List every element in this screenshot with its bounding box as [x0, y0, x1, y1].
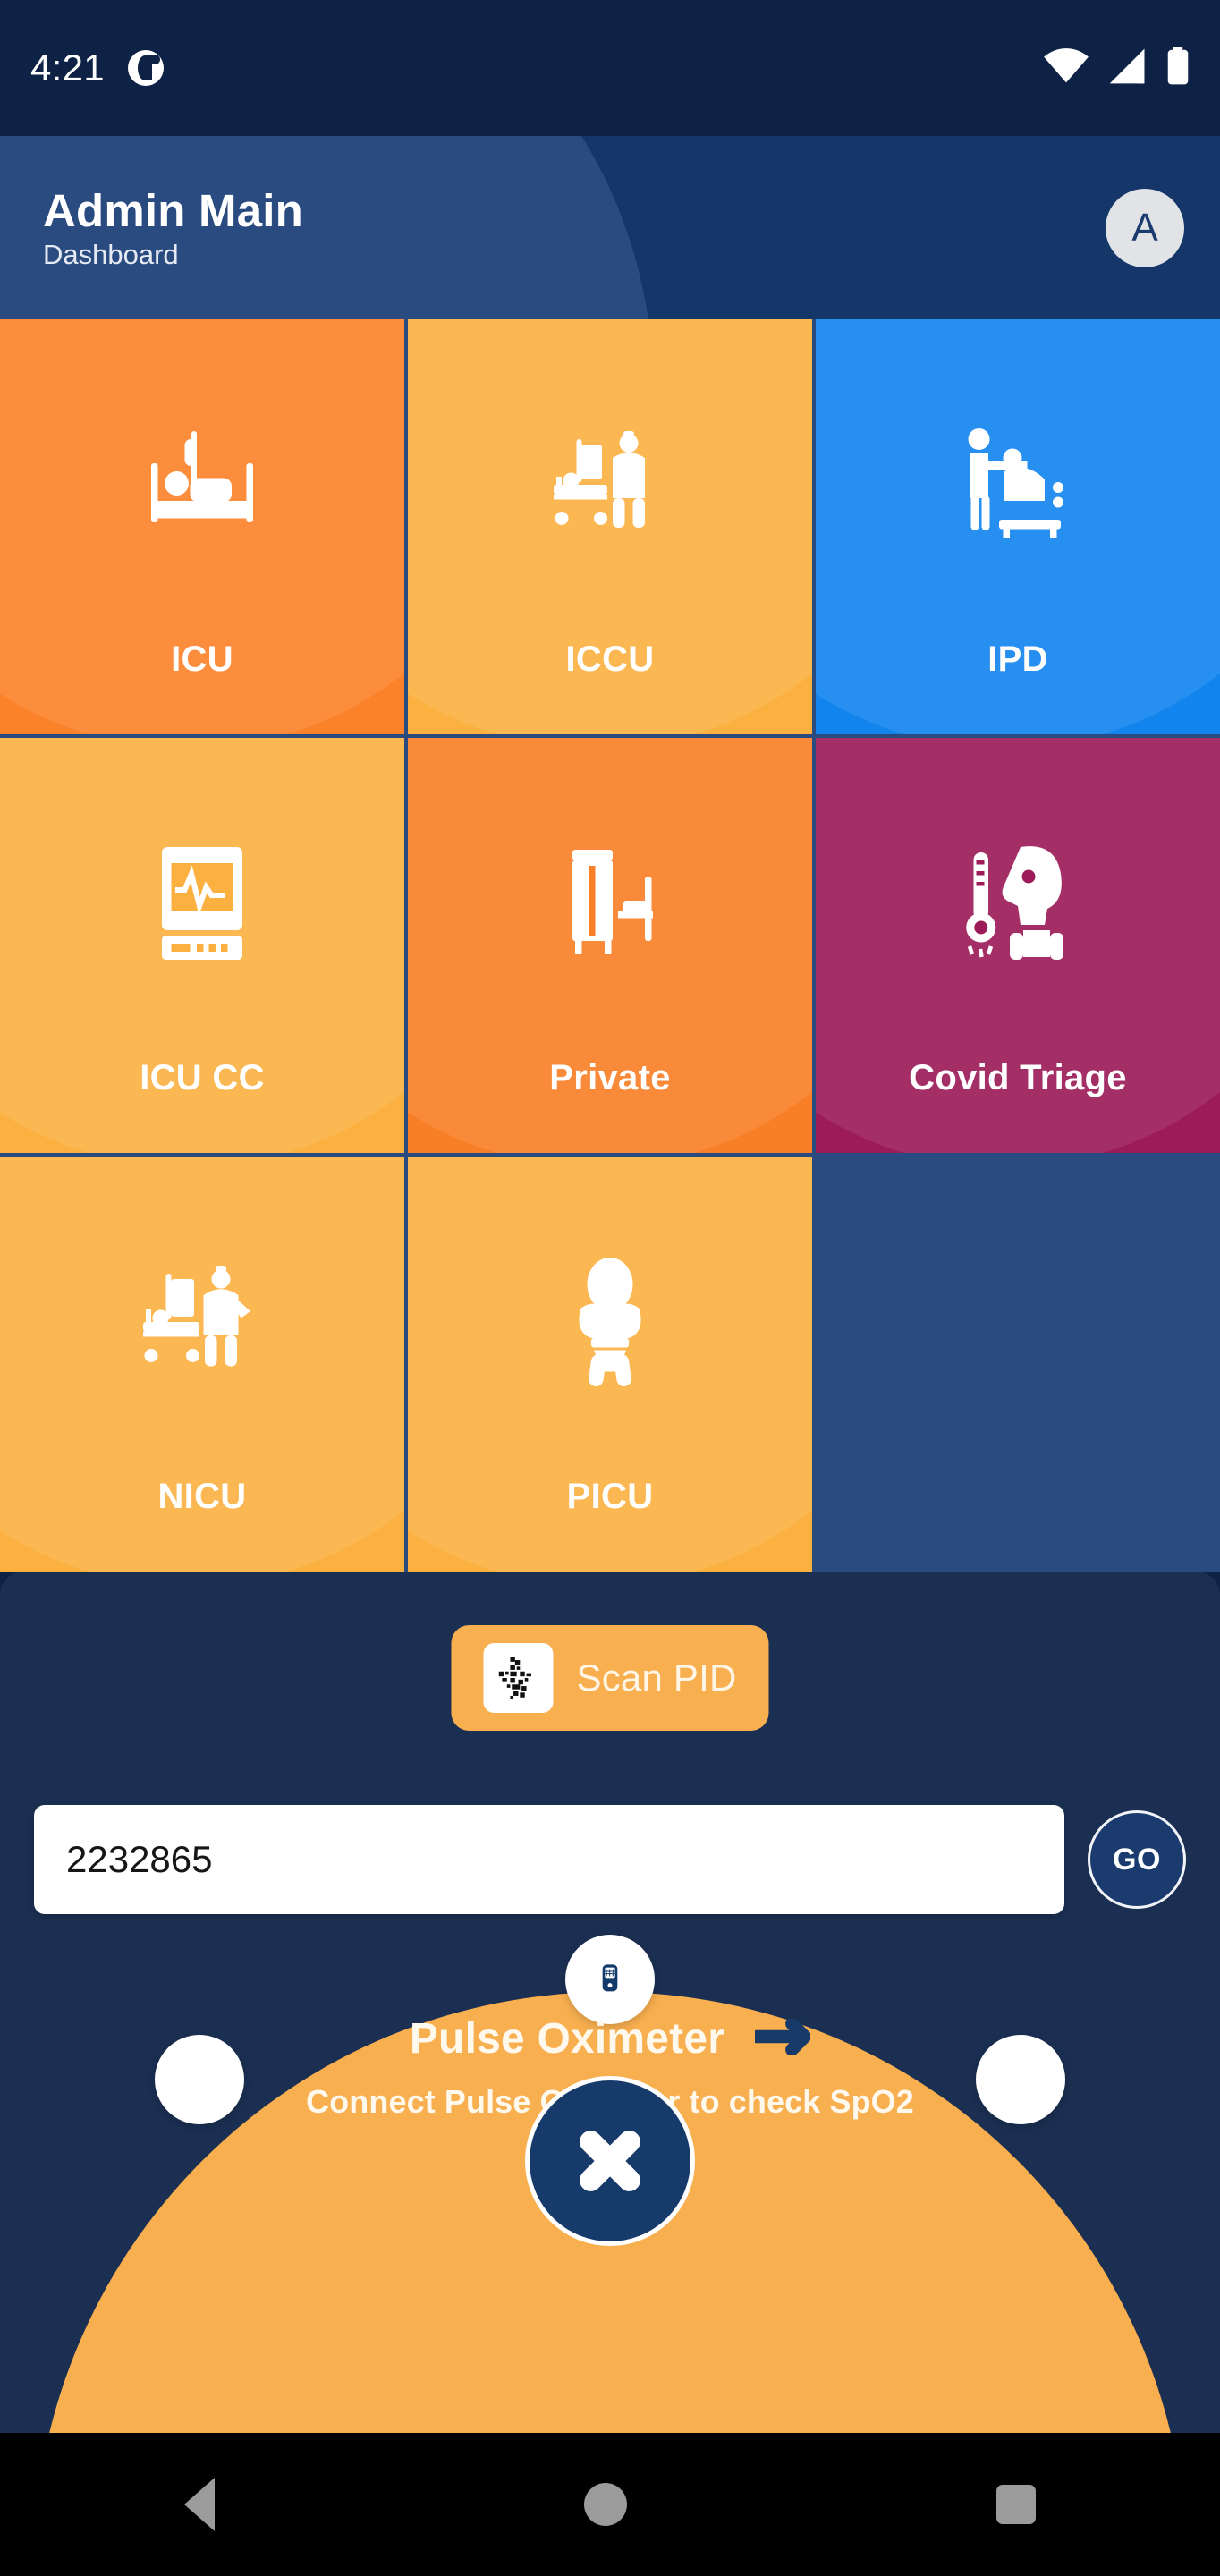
- phone-screen: 4:21 Admin Main Dashboard A ICU ICCU IPD…: [0, 0, 1220, 2576]
- mini-action-icon: [1003, 2062, 1038, 2097]
- mini-fab-pulse-oximeter[interactable]: [565, 1935, 655, 2024]
- ward-tile-grid: ICU ICCU IPD ICU CC Private Covid Triage…: [0, 319, 1220, 1572]
- tile-label: Covid Triage: [909, 1058, 1127, 1097]
- tile-empty-slot: [816, 1157, 1220, 1572]
- qr-code-icon: [483, 1643, 554, 1713]
- tile-icu-cc[interactable]: ICU CC: [0, 738, 404, 1153]
- tile-label: ICCU: [565, 640, 655, 679]
- go-button[interactable]: GO: [1088, 1810, 1186, 1909]
- page-subtitle: Dashboard: [43, 238, 179, 270]
- avatar[interactable]: A: [1106, 188, 1184, 267]
- tile-label: PICU: [566, 1477, 654, 1516]
- mini-action-icon: [182, 2062, 217, 2097]
- pulse-oximeter-device-icon: [602, 1964, 618, 1992]
- tile-label: IPD: [987, 640, 1048, 679]
- mini-fab-left[interactable]: [155, 2035, 244, 2124]
- status-bar-right: [1043, 46, 1190, 90]
- app-badge-icon: [127, 50, 164, 86]
- tile-ipd[interactable]: IPD: [816, 319, 1220, 734]
- back-triangle-icon[interactable]: [184, 2478, 216, 2531]
- close-x-icon: [580, 2131, 640, 2191]
- scan-pid-button[interactable]: Scan PID: [451, 1625, 769, 1731]
- home-circle-icon[interactable]: [583, 2483, 627, 2526]
- page-title: Admin Main: [43, 185, 303, 237]
- avatar-initial: A: [1131, 205, 1158, 250]
- mini-fab-right[interactable]: [976, 2035, 1065, 2124]
- wifi-icon: [1043, 47, 1089, 89]
- android-nav-bar: [0, 2433, 1220, 2576]
- infant-baby-icon: [543, 1255, 677, 1389]
- fab-close-button[interactable]: [525, 2076, 695, 2246]
- battery-icon: [1166, 46, 1190, 90]
- scan-pid-label: Scan PID: [576, 1657, 737, 1699]
- status-bar-clock: 4:21: [30, 47, 105, 89]
- status-bar: 4:21: [0, 0, 1220, 136]
- tile-nicu[interactable]: NICU: [0, 1157, 404, 1572]
- nurse-with-bed-icon: [543, 418, 677, 552]
- status-bar-left: 4:21: [30, 47, 164, 89]
- private-room-bed-icon: [543, 836, 677, 970]
- recents-square-icon[interactable]: [995, 2485, 1036, 2524]
- thermometer-patient-icon: [951, 836, 1085, 970]
- hospital-bed-patient-icon: [135, 418, 269, 552]
- tile-label: ICU: [171, 640, 233, 679]
- tile-label: Private: [549, 1058, 671, 1097]
- tile-icu[interactable]: ICU: [0, 319, 404, 734]
- app-header: Admin Main Dashboard A: [0, 136, 1220, 319]
- tile-label: ICU CC: [140, 1058, 265, 1097]
- tile-label: NICU: [157, 1477, 247, 1516]
- cellular-signal-icon: [1107, 47, 1148, 89]
- pid-input[interactable]: [34, 1805, 1064, 1914]
- pid-search-row: GO: [0, 1805, 1220, 1914]
- tile-private[interactable]: Private: [408, 738, 812, 1153]
- tile-iccu[interactable]: ICCU: [408, 319, 812, 734]
- tile-covid-triage[interactable]: Covid Triage: [816, 738, 1220, 1153]
- vital-monitor-icon: [135, 836, 269, 970]
- doctor-examining-patient-icon: [951, 418, 1085, 552]
- tile-picu[interactable]: PICU: [408, 1157, 812, 1572]
- neonatal-nurse-icon: [135, 1255, 269, 1389]
